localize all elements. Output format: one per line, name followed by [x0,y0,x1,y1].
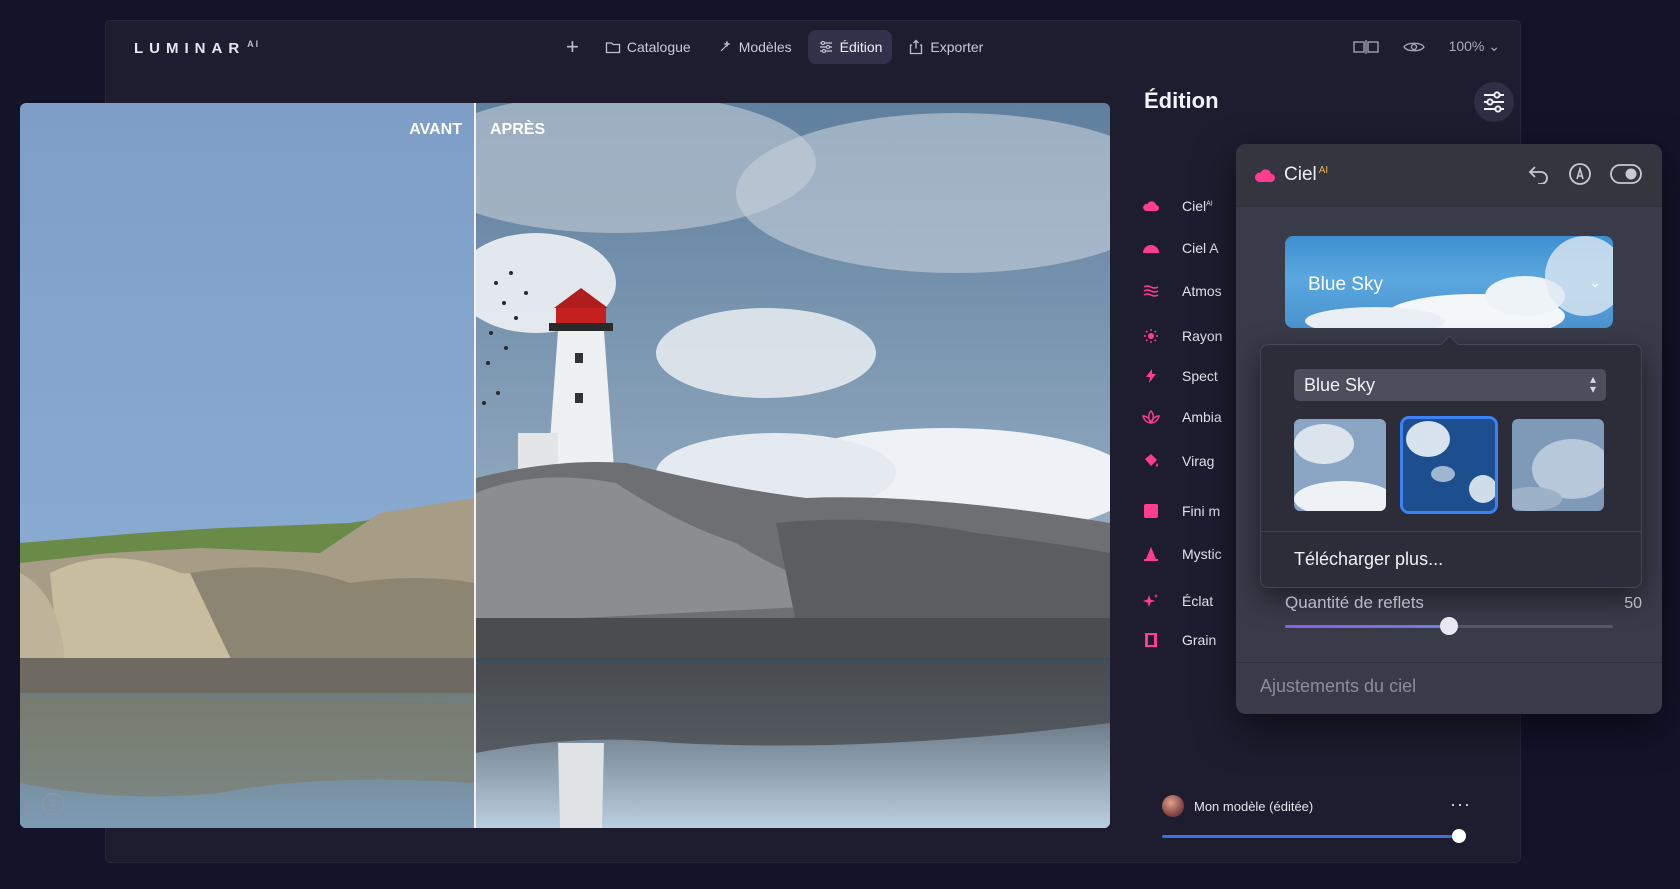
nav-edition-label: Édition [839,39,883,55]
sky-ai-panel: Ciel AI Blue Sky ⌄ Blue Sky ▴ ▾ Téléchar… [1236,144,1662,714]
main-nav: + Catalogue Modèles Édition Exporter [556,30,993,64]
tool-eclat-label: Éclat [1182,593,1214,609]
sparkle-icon [720,40,731,52]
cloud-icon [1142,197,1160,215]
tool-spect-label: Spect [1182,368,1218,384]
compare-divider-handle[interactable] [474,103,476,828]
tool-virag[interactable]: Virag [1142,452,1214,470]
half-circle-icon [1142,239,1160,257]
tool-fini-m[interactable]: Fini m [1142,502,1220,520]
sliders-icon [819,41,832,53]
tool-atmos-label: Atmos [1182,283,1222,299]
reflection-amount-value: 50 [1624,595,1642,612]
sky-ai-title: Ciel AI [1284,164,1329,185]
sun-icon [1142,327,1160,345]
tool-mystic-label: Mystic [1182,546,1222,562]
sky-option-1[interactable] [1294,419,1386,511]
tool-ciel[interactable]: CielAI [1142,197,1213,215]
download-more-link[interactable]: Télécharger plus... [1294,549,1443,570]
nav-catalogue[interactable]: Catalogue [595,30,701,64]
sky-selector-label: Blue Sky [1308,274,1383,295]
before-label: AVANT [409,121,462,138]
sky-ai-header: Ciel AI [1236,144,1662,207]
paint-bucket-icon [1142,452,1160,470]
film-icon [1142,631,1160,649]
nav-models[interactable]: Modèles [707,30,802,64]
adjustments-button[interactable] [1474,82,1514,122]
tool-ambia-label: Ambia [1182,409,1222,425]
model-row[interactable]: Mon modèle (éditée) [1162,795,1313,817]
eye-icon[interactable] [1402,40,1425,54]
cone-icon [1142,545,1160,563]
model-amount-handle[interactable] [1452,829,1466,843]
sky-option-2[interactable] [1403,419,1495,511]
folder-icon [605,42,621,54]
top-bar: LUMINAR AI + Catalogue Modèles Édition Ex… [106,21,1520,77]
reflection-amount-handle[interactable] [1440,617,1458,635]
square-icon [1142,502,1160,520]
tool-spect[interactable]: Spect [1142,367,1218,385]
tool-eclat[interactable]: Éclat [1142,592,1213,610]
reflection-amount-label: Quantité de reflets [1285,593,1424,612]
sky-option-3[interactable] [1512,419,1604,511]
tool-grain[interactable]: Grain [1142,631,1216,649]
sparkle-icon [1142,592,1160,610]
tool-rayon-label: Rayon [1182,328,1223,344]
zoom-select[interactable]: 100% ⌄ [1449,38,1500,55]
popover-arrow [1440,335,1459,354]
model-avatar [1162,795,1184,817]
bolt-icon [1142,367,1160,385]
tool-mystic[interactable]: Mystic [1142,545,1222,563]
reflection-amount-fill [1285,625,1449,628]
before-image: AVANT © [20,103,474,828]
tool-ciel-a[interactable]: Ciel A [1142,239,1219,257]
nav-catalogue-label: Catalogue [626,39,691,55]
panel-title: Édition [1144,88,1219,113]
tool-grain-label: Grain [1182,632,1217,648]
tool-rayon[interactable]: Rayon [1142,327,1222,345]
tool-ambia[interactable]: Ambia [1142,408,1222,426]
tool-virag-label: Virag [1182,453,1215,469]
card-divider [1236,662,1662,663]
nav-export-label: Exporter [930,39,984,55]
chevron-down-icon: ⌄ [1589,274,1601,290]
sky-ai-header-icons [1528,162,1642,186]
erase-icon[interactable] [1568,162,1592,186]
add-button[interactable]: + [556,34,589,60]
chevron-down-icon: ⌄ [1488,38,1500,54]
popover-divider [1261,531,1641,532]
sky-popover: Blue Sky ▴ ▾ Télécharger plus... [1260,335,1642,588]
sky-category-select[interactable]: Blue Sky ▴ ▾ [1294,369,1606,401]
sliders-icon [1484,91,1504,113]
undo-icon[interactable] [1528,164,1550,184]
tool-atmos[interactable]: Atmos [1142,282,1222,300]
tool-ciel-a-label: Ciel A [1182,240,1219,256]
nav-edition[interactable]: Édition [807,30,893,64]
view-tools: 100% ⌄ [1352,38,1500,55]
copyright-icon: © [42,793,64,815]
export-icon [910,39,923,55]
sky-thumbnails [1294,419,1604,511]
after-label: APRÈS [490,121,546,138]
nav-export[interactable]: Exporter [898,30,993,64]
sky-adjustments-section[interactable]: Ajustements du ciel [1260,676,1416,697]
app-logo: LUMINAR AI [134,39,261,57]
sky-selector[interactable]: Blue Sky ⌄ [1285,236,1613,328]
lotus-icon [1142,408,1160,426]
tool-ciel-label: CielAI [1182,198,1213,214]
model-name: Mon modèle (éditée) [1194,798,1314,814]
compare-icon[interactable] [1352,39,1379,54]
after-image: APRÈS [476,103,1110,828]
model-amount-slider[interactable] [1162,835,1458,838]
more-options-icon[interactable]: ··· [1450,794,1471,815]
cloud-icon [1255,169,1275,182]
photo-canvas[interactable]: AVANT © APRÈS [20,103,1110,828]
select-arrows-icon: ▴ ▾ [1589,372,1596,396]
toggle-icon[interactable] [1610,164,1642,184]
reflection-amount-slider[interactable] [1285,617,1613,635]
nav-models-label: Modèles [738,39,792,55]
waves-icon [1142,282,1160,300]
tool-fini-m-label: Fini m [1182,503,1221,519]
